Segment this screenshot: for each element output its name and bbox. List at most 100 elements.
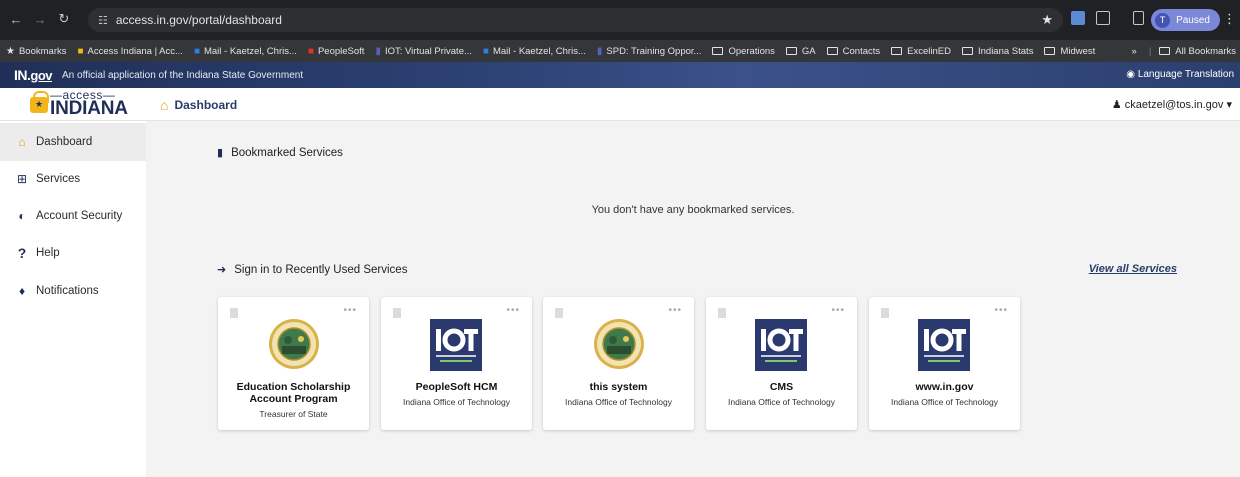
site-info-icon[interactable]: ☷ xyxy=(98,14,108,27)
service-card[interactable]: ••• www.in.gov Indiana Office of Technol… xyxy=(869,297,1020,430)
bookmark-folder[interactable]: Midwest xyxy=(1044,46,1095,57)
service-provider: Indiana Office of Technology xyxy=(891,397,998,407)
bookmark-icon[interactable] xyxy=(393,308,401,318)
ingov-logo[interactable]: IN.gov xyxy=(14,67,53,83)
service-card[interactable]: ••• CMS Indiana Office of Technology xyxy=(706,297,857,430)
bookmark-folder[interactable]: ExcelinED xyxy=(891,46,951,57)
chevron-double-right-icon[interactable]: » xyxy=(1132,46,1137,57)
empty-bookmarks-message: You don't have any bookmarked services. xyxy=(591,204,795,216)
all-bookmarks[interactable]: All Bookmarks xyxy=(1159,46,1236,57)
menu-kebab-icon[interactable]: ⋮ xyxy=(1223,11,1236,27)
divider: | xyxy=(1148,45,1152,57)
back-arrow-icon[interactable]: ← xyxy=(6,12,26,27)
more-options-icon[interactable]: ••• xyxy=(343,305,357,316)
home-icon[interactable]: ⌂ xyxy=(160,97,168,113)
service-card[interactable]: ••• this system Indiana Office of Techno… xyxy=(543,297,694,430)
service-provider: Treasurer of State xyxy=(259,409,328,419)
language-translation[interactable]: ◉ Language Translation xyxy=(1126,69,1234,80)
main-content: ▮ Bookmarked Services You don't have any… xyxy=(146,121,1240,477)
sidebar-item-label: Help xyxy=(36,247,60,259)
sidebar-item-services[interactable]: ⊞ Services xyxy=(0,160,146,198)
sidebar-item-notifications[interactable]: ♦ Notifications xyxy=(0,272,146,310)
browser-toolbar: ← → ↻ ☷ access.in.gov/portal/dashboard ★… xyxy=(0,0,1240,40)
home-icon: ⌂ xyxy=(18,135,26,149)
folder-icon xyxy=(961,47,973,55)
service-provider: Indiana Office of Technology xyxy=(565,397,672,407)
bookmark-icon: ▮ xyxy=(596,45,603,57)
bookmark-folder[interactable]: Indiana Stats xyxy=(961,46,1033,57)
state-seal-icon xyxy=(594,319,644,369)
bookmark-item[interactable]: ■ PeopleSoft xyxy=(308,46,365,57)
bookmark-item[interactable]: ■ Mail - Kaetzel, Chris... xyxy=(483,46,586,57)
folder-icon xyxy=(1159,47,1171,55)
address-bar[interactable]: ☷ access.in.gov/portal/dashboard ★ xyxy=(88,8,1063,32)
reload-icon[interactable]: ↻ xyxy=(54,11,74,27)
access-indiana-logo[interactable]: ★ —access— INDIANA xyxy=(30,88,128,120)
bell-icon: ♦ xyxy=(18,284,26,298)
folder-icon xyxy=(785,47,797,55)
bookmarks-bar: ★ Bookmarks ■ Access Indiana | Acc... ■ Mai… xyxy=(0,40,1240,62)
question-icon: ? xyxy=(17,245,27,261)
bookmark-item[interactable]: ■ Access Indiana | Acc... xyxy=(77,46,182,57)
more-options-icon[interactable]: ••• xyxy=(506,305,520,316)
service-title: Education Scholarship Account Program xyxy=(236,381,351,405)
service-card[interactable]: ••• Education Scholarship Account Progra… xyxy=(218,297,369,430)
extensions-puzzle-icon[interactable] xyxy=(1096,11,1110,25)
iot-logo-icon xyxy=(755,319,807,371)
star-icon: ★ xyxy=(6,45,15,57)
sidebar-item-account-security[interactable]: ◐ Account Security xyxy=(0,197,146,235)
service-provider: Indiana Office of Technology xyxy=(403,397,510,407)
star-icon: ★ xyxy=(34,99,44,109)
service-title: this system xyxy=(589,381,648,393)
bookmark-icon[interactable] xyxy=(555,308,563,318)
service-card[interactable]: ••• PeopleSoft HCM Indiana Office of Tec… xyxy=(381,297,532,430)
bookmark-icon[interactable] xyxy=(881,308,889,318)
service-title: CMS xyxy=(769,381,794,393)
bookmark-item[interactable]: ★ Bookmarks xyxy=(6,46,66,57)
sidebar-item-label: Notifications xyxy=(36,285,99,297)
app-header: ★ —access— INDIANA ⌂ Dashboard ♟ ckaetze… xyxy=(0,88,1240,121)
more-options-icon[interactable]: ••• xyxy=(994,305,1008,316)
globe-icon: ◉ xyxy=(1126,69,1136,80)
more-options-icon[interactable]: ••• xyxy=(668,305,682,316)
state-seal-icon xyxy=(269,319,319,369)
forward-arrow-icon[interactable]: → xyxy=(30,12,50,27)
profile-status: Paused xyxy=(1176,14,1210,26)
view-all-services-link[interactable]: View all Services xyxy=(1089,263,1177,275)
sidebar: ⌂ Dashboard ⊞ Services ◐ Account Securit… xyxy=(0,121,146,477)
more-options-icon[interactable]: ••• xyxy=(831,305,845,316)
breadcrumb-dashboard[interactable]: Dashboard xyxy=(174,98,237,112)
bookmark-icon[interactable] xyxy=(230,308,238,318)
extension-icon[interactable] xyxy=(1071,11,1085,25)
peoplesoft-icon: ■ xyxy=(307,45,314,57)
bookmark-item[interactable]: ▮ SPD: Training Oppor... xyxy=(597,46,702,57)
bookmark-folder[interactable]: Operations xyxy=(712,46,775,57)
sidebar-item-help[interactable]: ? Help xyxy=(0,234,146,272)
sidebar-item-label: Dashboard xyxy=(36,136,93,148)
user-icon: ♟ xyxy=(1111,99,1122,111)
sidebar-item-dashboard[interactable]: ⌂ Dashboard xyxy=(0,123,146,161)
bookmark-icon[interactable] xyxy=(718,308,726,318)
side-panel-icon[interactable] xyxy=(1133,11,1144,25)
profile-button[interactable]: T Paused xyxy=(1151,9,1220,31)
user-menu[interactable]: ♟ ckaetzel@tos.in.gov ▾ xyxy=(1112,98,1232,111)
bookmark-item[interactable]: ▮ IOT: Virtual Private... xyxy=(375,46,471,57)
recent-services-heading: ➜ Sign in to Recently Used Services xyxy=(217,263,408,277)
service-title: www.in.gov xyxy=(915,381,974,393)
iot-logo-icon xyxy=(918,319,970,371)
folder-icon xyxy=(1044,47,1056,55)
bookmark-folder[interactable]: GA xyxy=(785,46,816,57)
bookmark-star-icon[interactable]: ★ xyxy=(1041,12,1053,28)
ingov-banner: IN.gov An official application of the In… xyxy=(0,62,1240,88)
breadcrumb: ⌂ Dashboard xyxy=(160,97,237,113)
service-provider: Indiana Office of Technology xyxy=(728,397,835,407)
bookmark-icon: ▮ xyxy=(375,45,381,57)
folder-icon xyxy=(826,47,838,55)
bookmarked-services-heading: ▮ Bookmarked Services xyxy=(217,146,343,160)
url-text: access.in.gov/portal/dashboard xyxy=(115,13,282,27)
user-email: ckaetzel@tos.in.gov xyxy=(1124,99,1224,111)
bookmark-folder[interactable]: Contacts xyxy=(826,46,880,57)
bookmark-icon: ▮ xyxy=(217,147,224,159)
bookmark-item[interactable]: ■ Mail - Kaetzel, Chris... xyxy=(194,46,297,57)
folder-icon xyxy=(891,47,903,55)
